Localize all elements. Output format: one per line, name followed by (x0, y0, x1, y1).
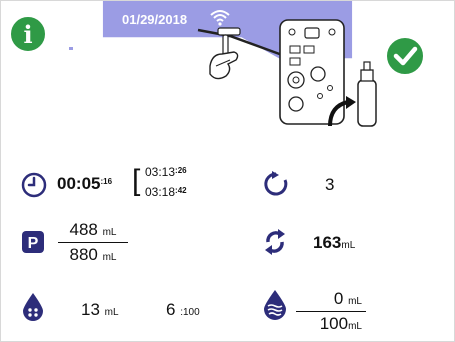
volume-fraction: 488 mL 880 mL (58, 220, 128, 265)
header-time: 03:18 (66, 12, 100, 27)
elapsed-time-main: 00:05 (57, 174, 101, 193)
volume-bottom: 880 (69, 245, 98, 264)
drop-icon (23, 293, 43, 321)
device-illustration (197, 19, 377, 127)
cycle-count: 3 (325, 175, 335, 194)
info-icon: i (23, 19, 33, 49)
pressure-p-icon: P (22, 231, 44, 253)
end-time-main: 03:18 (145, 185, 176, 199)
end-time: 03:18:42 (145, 185, 187, 199)
exchange-volume: 163mL (313, 233, 356, 252)
drop-volume-value: 13 (81, 300, 100, 319)
user-icon (64, 36, 78, 53)
exchange-value: 163 (313, 233, 342, 252)
info-button[interactable]: i (9, 15, 47, 53)
svg-text:P: P (28, 235, 39, 252)
drop-volume: 13 mL (81, 300, 119, 319)
reservoir-bottom: 100 (319, 314, 349, 333)
confirm-check-icon (393, 46, 418, 66)
time-range-bracket: [ (132, 164, 141, 197)
drop-ratio-value: 6 (166, 300, 176, 319)
end-time-seconds: 42 (177, 186, 187, 195)
reservoir-drop-icon (264, 290, 286, 320)
volume-top: 488 (69, 220, 98, 239)
elapsed-time: 00:05:16 (57, 174, 113, 193)
start-time: 03:13:26 (145, 165, 187, 179)
reservoir-top: 0 (333, 289, 344, 308)
clock-icon (21, 172, 47, 198)
header-date: 01/29/2018 (122, 12, 188, 27)
start-time-main: 03:13 (145, 165, 176, 179)
drop-ratio: 6 :100 (166, 300, 200, 319)
confirm-button[interactable] (385, 36, 425, 76)
exchange-icon (265, 229, 285, 255)
cycle-icon (264, 171, 288, 196)
elapsed-time-seconds: 16 (103, 177, 113, 186)
reservoir-fraction: 0 mL 100mL (296, 289, 366, 334)
start-time-seconds: 26 (177, 166, 187, 175)
user-id: 1234 (79, 39, 108, 54)
